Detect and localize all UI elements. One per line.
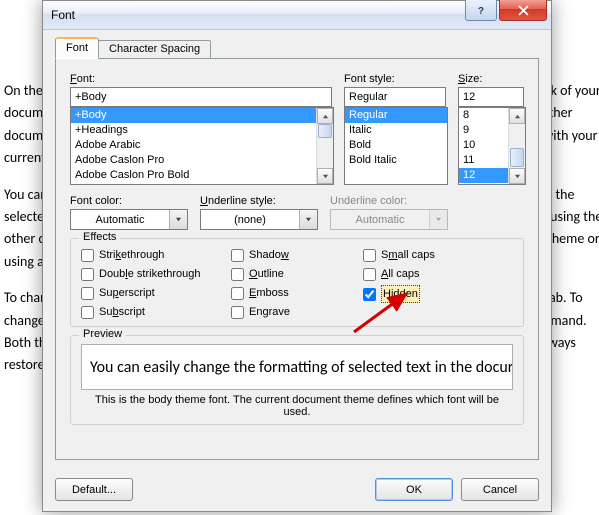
list-item[interactable]: Adobe Caslon Pro [71,153,333,168]
double-strikethrough-checkbox[interactable]: Double strikethrough [81,266,231,282]
size-listbox[interactable]: 8 9 10 11 12 [458,107,526,185]
titlebar[interactable]: Font ? [43,1,551,30]
tab-panel-font: Font: +Body +Headings Adobe Arabic Adobe… [55,58,539,460]
scroll-up-icon[interactable] [509,108,525,124]
small-caps-checkbox[interactable]: Small caps [363,247,513,263]
superscript-checkbox[interactable]: Superscript [81,285,231,301]
font-name-input[interactable] [70,87,332,107]
preview-text: You can easily change the formatting of … [81,344,513,390]
tab-font[interactable]: Font [55,38,99,59]
shadow-checkbox[interactable]: Shadow [231,247,363,263]
underline-color-label: Underline color: [330,195,448,207]
size-label: Size: [458,73,524,85]
cancel-button[interactable]: Cancel [461,478,539,501]
list-item[interactable]: Italic [345,123,447,138]
scroll-up-icon[interactable] [317,108,333,124]
list-item[interactable]: Bold Italic [345,153,447,168]
all-caps-checkbox[interactable]: All caps [363,266,513,282]
scroll-down-icon[interactable] [509,168,525,184]
chevron-down-icon [429,210,447,229]
list-item[interactable]: Adobe Arabic [71,138,333,153]
ok-button[interactable]: OK [375,478,453,501]
outline-checkbox[interactable]: Outline [231,266,363,282]
size-input[interactable] [458,87,524,107]
preview-group: Preview You can easily change the format… [70,335,524,425]
help-button[interactable]: ? [465,0,497,21]
chevron-down-icon[interactable] [299,210,317,229]
scrollbar[interactable] [508,108,525,184]
emboss-checkbox[interactable]: Emboss [231,285,363,301]
close-button[interactable] [499,0,547,21]
subscript-checkbox[interactable]: Subscript [81,304,231,320]
scroll-thumb[interactable] [318,124,332,138]
underline-style-label: Underline style: [200,195,318,207]
dialog-title: Font [51,8,75,22]
tab-strip: Font Character Spacing [55,38,539,59]
list-item[interactable]: Bold [345,138,447,153]
font-style-input[interactable] [344,87,446,107]
scroll-down-icon[interactable] [317,168,333,184]
preview-legend: Preview [79,328,126,340]
font-dialog: Font ? Font Character Spacing Font: +Bod… [42,0,552,512]
font-listbox[interactable]: +Body +Headings Adobe Arabic Adobe Caslo… [70,107,334,185]
font-label: Font: [70,73,332,85]
hidden-checkbox[interactable]: Hidden [363,285,513,303]
font-style-listbox[interactable]: Regular Italic Bold Bold Italic [344,107,448,185]
scroll-thumb[interactable] [510,148,524,167]
default-button[interactable]: Default... [55,478,133,501]
font-style-label: Font style: [344,73,446,85]
font-color-label: Font color: [70,195,188,207]
scrollbar[interactable] [316,108,333,184]
preview-description: This is the body theme font. The current… [81,394,513,418]
dialog-button-row: Default... OK Cancel [43,470,551,511]
list-item[interactable]: +Body [71,108,333,123]
effects-legend: Effects [79,231,120,243]
font-color-dropdown[interactable]: Automatic [70,209,188,230]
list-item[interactable]: Regular [345,108,447,123]
underline-color-dropdown: Automatic [330,209,448,230]
effects-group: Effects Strikethrough Double strikethrou… [70,238,524,327]
strikethrough-checkbox[interactable]: Strikethrough [81,247,231,263]
engrave-checkbox[interactable]: Engrave [231,304,363,320]
svg-text:?: ? [477,6,483,16]
chevron-down-icon[interactable] [169,210,187,229]
tab-character-spacing[interactable]: Character Spacing [98,40,211,59]
list-item[interactable]: Adobe Caslon Pro Bold [71,168,333,183]
list-item[interactable]: +Headings [71,123,333,138]
underline-style-dropdown[interactable]: (none) [200,209,318,230]
